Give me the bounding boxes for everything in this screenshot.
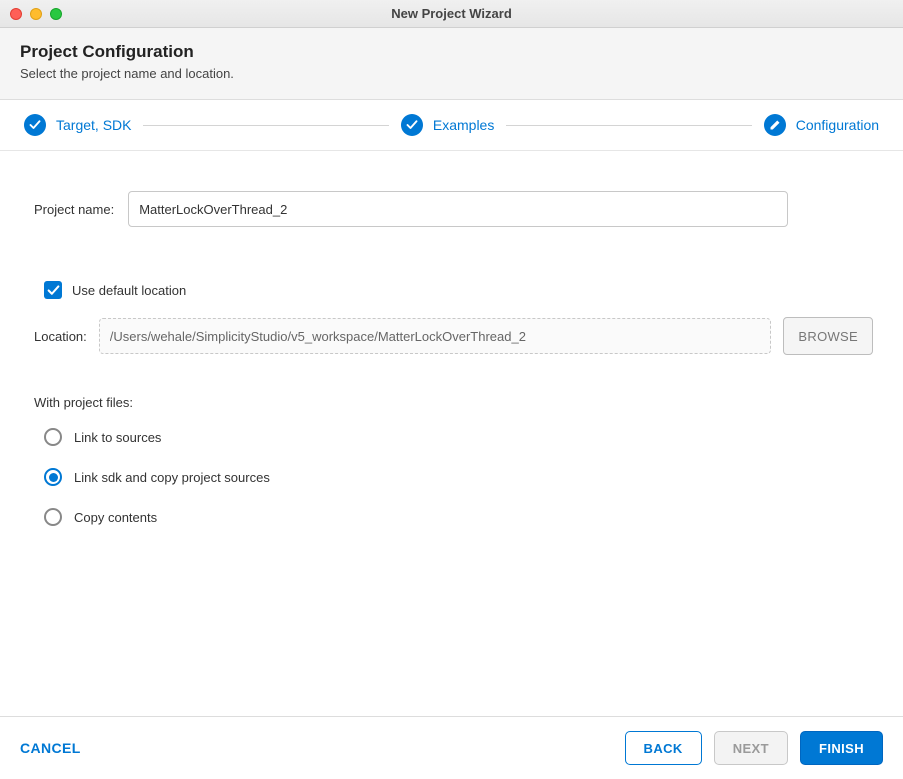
step-label: Examples — [433, 117, 494, 133]
radio-button[interactable] — [44, 468, 62, 486]
radio-copy-contents[interactable]: Copy contents — [44, 508, 873, 526]
radio-label: Link sdk and copy project sources — [74, 470, 270, 485]
window-titlebar: New Project Wizard — [0, 0, 903, 28]
use-default-location-label: Use default location — [72, 283, 186, 298]
stepper-divider — [143, 125, 388, 126]
back-button[interactable]: BACK — [625, 731, 702, 765]
wizard-stepper: Target, SDK Examples Configuration — [0, 100, 903, 151]
pencil-icon — [764, 114, 786, 136]
location-input — [99, 318, 772, 354]
project-name-input[interactable] — [128, 191, 788, 227]
minimize-window-button[interactable] — [30, 8, 42, 20]
radio-link-sdk-copy-sources[interactable]: Link sdk and copy project sources — [44, 468, 873, 486]
footer-right: BACK NEXT FINISH — [625, 731, 883, 765]
project-name-row: Project name: — [34, 191, 873, 227]
radio-button[interactable] — [44, 428, 62, 446]
page-subtitle: Select the project name and location. — [20, 66, 883, 81]
radio-label: Link to sources — [74, 430, 161, 445]
step-configuration[interactable]: Configuration — [764, 114, 879, 136]
finish-button[interactable]: FINISH — [800, 731, 883, 765]
close-window-button[interactable] — [10, 8, 22, 20]
footer: CANCEL BACK NEXT FINISH — [0, 716, 903, 779]
check-icon — [24, 114, 46, 136]
header: Project Configuration Select the project… — [0, 28, 903, 100]
radio-label: Copy contents — [74, 510, 157, 525]
location-label: Location: — [34, 329, 87, 344]
content-area: Project name: Use default location Locat… — [0, 151, 903, 716]
page-title: Project Configuration — [20, 42, 883, 62]
browse-button[interactable]: BROWSE — [783, 317, 873, 355]
next-button: NEXT — [714, 731, 788, 765]
radio-link-to-sources[interactable]: Link to sources — [44, 428, 873, 446]
step-target-sdk[interactable]: Target, SDK — [24, 114, 131, 136]
window-title: New Project Wizard — [0, 6, 903, 21]
project-name-label: Project name: — [34, 202, 114, 217]
cancel-button[interactable]: CANCEL — [20, 740, 81, 756]
use-default-location-checkbox[interactable] — [44, 281, 62, 299]
step-examples[interactable]: Examples — [401, 114, 494, 136]
project-files-label: With project files: — [34, 395, 873, 410]
location-row: Location: BROWSE — [30, 317, 873, 355]
radio-button[interactable] — [44, 508, 62, 526]
traffic-lights — [10, 8, 62, 20]
maximize-window-button[interactable] — [50, 8, 62, 20]
step-label: Configuration — [796, 117, 879, 133]
check-icon — [401, 114, 423, 136]
step-label: Target, SDK — [56, 117, 131, 133]
stepper-divider — [506, 125, 751, 126]
use-default-location-row[interactable]: Use default location — [44, 281, 873, 299]
